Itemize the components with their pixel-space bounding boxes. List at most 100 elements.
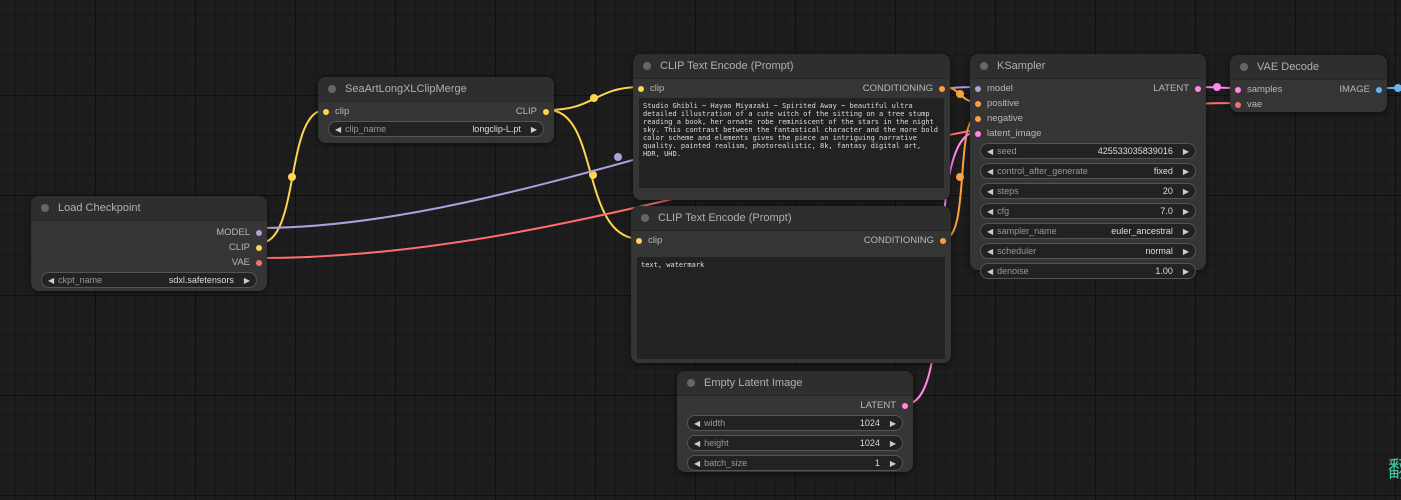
socket-icon[interactable] bbox=[256, 244, 262, 251]
collapse-dot-icon[interactable] bbox=[687, 379, 695, 387]
widget-sampler-name[interactable]: ◀ sampler_name euler_ancestral ▶ bbox=[980, 223, 1196, 239]
input-positive[interactable]: positive bbox=[970, 96, 1019, 111]
widget-value: fixed bbox=[1153, 166, 1173, 176]
arrow-left-icon[interactable]: ◀ bbox=[694, 459, 700, 468]
socket-icon[interactable] bbox=[975, 100, 981, 107]
node-title-bar[interactable]: SeaArtLongXLClipMerge bbox=[318, 77, 554, 102]
arrow-left-icon[interactable]: ◀ bbox=[987, 247, 993, 256]
arrow-left-icon[interactable]: ◀ bbox=[987, 267, 993, 276]
arrow-right-icon[interactable]: ▶ bbox=[1183, 267, 1189, 276]
output-latent[interactable]: LATENT bbox=[1153, 81, 1206, 96]
node-title-bar[interactable]: VAE Decode bbox=[1230, 55, 1387, 80]
widget-width[interactable]: ◀ width 1024 ▶ bbox=[687, 415, 903, 431]
arrow-right-icon[interactable]: ▶ bbox=[1183, 207, 1189, 216]
widget-denoise[interactable]: ◀ denoise 1.00 ▶ bbox=[980, 263, 1196, 279]
socket-icon[interactable] bbox=[1235, 86, 1241, 93]
input-clip[interactable]: clip bbox=[318, 104, 349, 119]
node-ksampler[interactable]: KSampler model LATENT positive negative … bbox=[970, 54, 1206, 279]
output-conditioning[interactable]: CONDITIONING bbox=[864, 233, 951, 248]
node-vae-decode[interactable]: VAE Decode samples IMAGE vae bbox=[1230, 55, 1387, 112]
arrow-left-icon[interactable]: ◀ bbox=[987, 147, 993, 156]
arrow-left-icon[interactable]: ◀ bbox=[48, 276, 54, 285]
output-conditioning[interactable]: CONDITIONING bbox=[863, 81, 950, 96]
collapse-dot-icon[interactable] bbox=[641, 214, 649, 222]
node-clip-merge[interactable]: SeaArtLongXLClipMerge clip CLIP ◀ clip_na… bbox=[318, 77, 554, 143]
input-samples[interactable]: samples bbox=[1230, 82, 1282, 97]
arrow-right-icon[interactable]: ▶ bbox=[1183, 167, 1189, 176]
arrow-right-icon[interactable]: ▶ bbox=[890, 419, 896, 428]
widget-clip-name[interactable]: ◀ clip_name longclip-L.pt ▶ bbox=[328, 121, 544, 137]
widget-ckpt-name[interactable]: ◀ ckpt_name sdxl.safetensors ▶ bbox=[41, 272, 257, 288]
node-title-bar[interactable]: KSampler bbox=[970, 54, 1206, 79]
arrow-left-icon[interactable]: ◀ bbox=[335, 125, 341, 134]
widget-steps[interactable]: ◀ steps 20 ▶ bbox=[980, 183, 1196, 199]
input-model[interactable]: model bbox=[970, 81, 1013, 96]
arrow-right-icon[interactable]: ▶ bbox=[531, 125, 537, 134]
arrow-right-icon[interactable]: ▶ bbox=[244, 276, 250, 285]
node-load-checkpoint[interactable]: Load Checkpoint MODEL CLIP VAE ◀ ckpt_nam… bbox=[31, 196, 267, 291]
input-negative[interactable]: negative bbox=[970, 111, 1023, 126]
socket-icon[interactable] bbox=[638, 85, 644, 92]
node-title-bar[interactable]: Empty Latent Image bbox=[677, 371, 913, 396]
widget-label: scheduler bbox=[997, 246, 1037, 256]
widget-seed[interactable]: ◀ seed 425533035839016 ▶ bbox=[980, 143, 1196, 159]
socket-icon[interactable] bbox=[902, 402, 908, 409]
input-clip[interactable]: clip bbox=[631, 233, 662, 248]
output-vae[interactable]: VAE bbox=[232, 255, 267, 270]
socket-icon[interactable] bbox=[940, 237, 946, 244]
arrow-right-icon[interactable]: ▶ bbox=[1183, 147, 1189, 156]
input-clip[interactable]: clip bbox=[633, 81, 664, 96]
output-label: CONDITIONING bbox=[863, 235, 934, 246]
socket-icon[interactable] bbox=[543, 108, 549, 115]
node-empty-latent-image[interactable]: Empty Latent Image LATENT ◀ width 1024 ▶ ◀ h… bbox=[677, 371, 913, 472]
socket-icon[interactable] bbox=[939, 85, 945, 92]
socket-icon[interactable] bbox=[975, 85, 981, 92]
collapse-dot-icon[interactable] bbox=[41, 204, 49, 212]
arrow-right-icon[interactable]: ▶ bbox=[1183, 247, 1189, 256]
arrow-right-icon[interactable]: ▶ bbox=[1183, 227, 1189, 236]
socket-icon[interactable] bbox=[975, 130, 981, 137]
widget-batch-size[interactable]: ◀ batch_size 1 ▶ bbox=[687, 455, 903, 471]
node-clip-text-encode-negative[interactable]: CLIP Text Encode (Prompt) clip CONDITION… bbox=[631, 206, 951, 363]
output-clip[interactable]: CLIP bbox=[516, 104, 554, 119]
socket-icon[interactable] bbox=[256, 229, 262, 236]
socket-icon[interactable] bbox=[975, 115, 981, 122]
arrow-left-icon[interactable]: ◀ bbox=[987, 187, 993, 196]
socket-icon[interactable] bbox=[256, 259, 262, 266]
widget-control-after-generate[interactable]: ◀ control_after_generate fixed ▶ bbox=[980, 163, 1196, 179]
arrow-left-icon[interactable]: ◀ bbox=[987, 207, 993, 216]
collapse-dot-icon[interactable] bbox=[980, 62, 988, 70]
node-title-bar[interactable]: Load Checkpoint bbox=[31, 196, 267, 221]
widget-cfg[interactable]: ◀ cfg 7.0 ▶ bbox=[980, 203, 1196, 219]
arrow-left-icon[interactable]: ◀ bbox=[694, 439, 700, 448]
arrow-left-icon[interactable]: ◀ bbox=[987, 167, 993, 176]
node-title: SeaArtLongXLClipMerge bbox=[345, 83, 467, 95]
node-title-bar[interactable]: CLIP Text Encode (Prompt) bbox=[633, 54, 950, 79]
collapse-dot-icon[interactable] bbox=[328, 85, 336, 93]
output-model[interactable]: MODEL bbox=[216, 225, 267, 240]
socket-icon[interactable] bbox=[1235, 101, 1241, 108]
translate-icon[interactable]: 翻 bbox=[1388, 452, 1401, 484]
arrow-left-icon[interactable]: ◀ bbox=[694, 419, 700, 428]
widget-scheduler[interactable]: ◀ scheduler normal ▶ bbox=[980, 243, 1196, 259]
output-image[interactable]: IMAGE bbox=[1339, 82, 1387, 97]
output-clip[interactable]: CLIP bbox=[229, 240, 267, 255]
socket-icon[interactable] bbox=[323, 108, 329, 115]
collapse-dot-icon[interactable] bbox=[643, 62, 651, 70]
input-latent-image[interactable]: latent_image bbox=[970, 126, 1041, 141]
input-vae[interactable]: vae bbox=[1230, 97, 1262, 112]
node-title-bar[interactable]: CLIP Text Encode (Prompt) bbox=[631, 206, 951, 231]
socket-icon[interactable] bbox=[636, 237, 642, 244]
collapse-dot-icon[interactable] bbox=[1240, 63, 1248, 71]
node-clip-text-encode-positive[interactable]: CLIP Text Encode (Prompt) clip CONDITION… bbox=[633, 54, 950, 200]
prompt-textarea[interactable]: Studio Ghibli ~ Hayao Miyazaki ~ Spirite… bbox=[639, 98, 944, 188]
arrow-right-icon[interactable]: ▶ bbox=[890, 439, 896, 448]
arrow-right-icon[interactable]: ▶ bbox=[1183, 187, 1189, 196]
output-latent[interactable]: LATENT bbox=[860, 398, 913, 413]
arrow-left-icon[interactable]: ◀ bbox=[987, 227, 993, 236]
socket-icon[interactable] bbox=[1376, 86, 1382, 93]
widget-height[interactable]: ◀ height 1024 ▶ bbox=[687, 435, 903, 451]
socket-icon[interactable] bbox=[1195, 85, 1201, 92]
arrow-right-icon[interactable]: ▶ bbox=[890, 459, 896, 468]
prompt-textarea[interactable]: text, watermark bbox=[637, 257, 945, 359]
